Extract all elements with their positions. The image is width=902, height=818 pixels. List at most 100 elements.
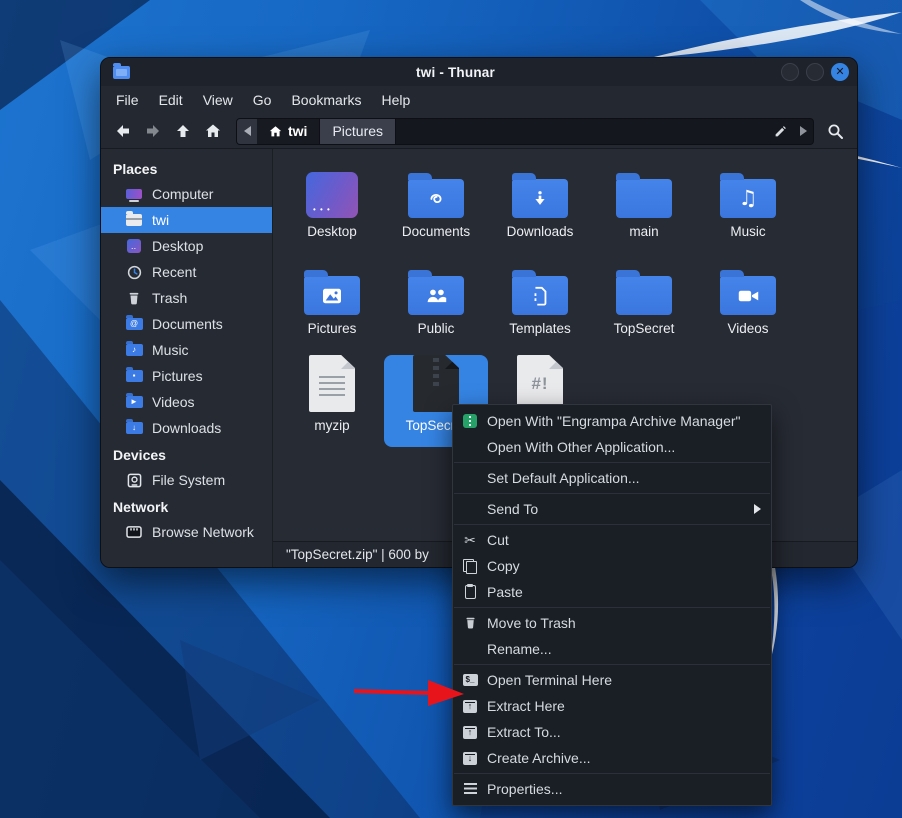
menu-item-open-with-other[interactable]: Open With Other Application... bbox=[453, 434, 771, 460]
sidebar-item-computer[interactable]: Computer bbox=[101, 181, 272, 207]
menu-help[interactable]: Help bbox=[373, 89, 420, 111]
people-icon bbox=[425, 287, 448, 304]
pathbar-scroll-left-button[interactable] bbox=[237, 119, 257, 144]
breadcrumb-label: twi bbox=[288, 123, 307, 139]
folder-public[interactable]: Public bbox=[384, 258, 488, 350]
clock-icon bbox=[125, 264, 143, 280]
folder-label: Templates bbox=[509, 321, 571, 336]
folder-music[interactable]: ♫ Music bbox=[696, 161, 800, 253]
menu-file[interactable]: File bbox=[107, 89, 148, 111]
menu-item-extract-to[interactable]: ↑ Extract To... bbox=[453, 719, 771, 745]
trash-icon bbox=[462, 615, 478, 631]
menu-item-copy[interactable]: Copy bbox=[453, 553, 771, 579]
folder-pictures[interactable]: Pictures bbox=[280, 258, 384, 350]
paste-icon bbox=[462, 584, 478, 600]
breadcrumb-label: Pictures bbox=[332, 123, 383, 139]
pencil-icon bbox=[774, 125, 787, 138]
folder-label: Public bbox=[418, 321, 455, 336]
sidebar-item-music[interactable]: ♪ Music bbox=[101, 337, 272, 363]
sidebar-header-network: Network bbox=[101, 493, 272, 519]
sidebar-item-label: Videos bbox=[152, 394, 195, 410]
folder-label: Videos bbox=[727, 321, 768, 336]
desktop: twi - Thunar ✕ File Edit View Go Bookmar… bbox=[0, 0, 902, 818]
sidebar-item-pictures[interactable]: ▪ Pictures bbox=[101, 363, 272, 389]
titlebar[interactable]: twi - Thunar ✕ bbox=[101, 58, 857, 86]
menu-item-cut[interactable]: ✂ Cut bbox=[453, 527, 771, 553]
back-button[interactable] bbox=[110, 118, 136, 144]
sidebar-item-twi[interactable]: twi bbox=[101, 207, 272, 233]
sidebar-item-desktop[interactable]: ‥ Desktop bbox=[101, 233, 272, 259]
menu-item-send-to[interactable]: Send To bbox=[453, 496, 771, 522]
folder-topsecret[interactable]: TopSecret bbox=[592, 258, 696, 350]
sidebar: Places Computer twi ‥ Desktop bbox=[101, 149, 273, 567]
download-arrow-icon bbox=[530, 189, 550, 209]
up-button[interactable] bbox=[170, 118, 196, 144]
sidebar-item-browse-network[interactable]: Browse Network bbox=[101, 519, 272, 545]
folder-templates[interactable]: Templates bbox=[488, 258, 592, 350]
extract-icon: ↑ bbox=[462, 698, 478, 714]
sidebar-item-file-system[interactable]: File System bbox=[101, 467, 272, 493]
desktop-folder-icon bbox=[306, 172, 358, 218]
menu-item-move-to-trash[interactable]: Move to Trash bbox=[453, 610, 771, 636]
sidebar-item-trash[interactable]: Trash bbox=[101, 285, 272, 311]
sidebar-item-videos[interactable]: ► Videos bbox=[101, 389, 272, 415]
home-icon bbox=[269, 125, 282, 138]
music-folder-icon: ♪ bbox=[125, 342, 143, 358]
menu-item-extract-here[interactable]: ↑ Extract Here bbox=[453, 693, 771, 719]
folder-label: TopSecret bbox=[614, 321, 675, 336]
sidebar-item-label: Documents bbox=[152, 316, 223, 332]
menu-item-open-with-engrampa[interactable]: Open With "Engrampa Archive Manager" bbox=[453, 408, 771, 434]
sidebar-item-label: Computer bbox=[152, 186, 213, 202]
network-icon bbox=[125, 524, 143, 540]
menu-bookmarks[interactable]: Bookmarks bbox=[282, 89, 370, 111]
edit-path-button[interactable] bbox=[767, 119, 793, 144]
videos-folder-icon bbox=[720, 276, 776, 315]
folder-documents[interactable]: Documents bbox=[384, 161, 488, 253]
folder-videos[interactable]: Videos bbox=[696, 258, 800, 350]
sidebar-item-label: Desktop bbox=[152, 238, 203, 254]
folder-downloads[interactable]: Downloads bbox=[488, 161, 592, 253]
menu-separator bbox=[454, 524, 770, 525]
menu-go[interactable]: Go bbox=[244, 89, 281, 111]
breadcrumb-twi[interactable]: twi bbox=[257, 119, 320, 144]
menu-item-rename[interactable]: Rename... bbox=[453, 636, 771, 662]
sidebar-item-label: File System bbox=[152, 472, 225, 488]
sidebar-item-downloads[interactable]: ↓ Downloads bbox=[101, 415, 272, 441]
downloads-folder-icon: ↓ bbox=[125, 420, 143, 436]
extract-icon: ↑ bbox=[462, 724, 478, 740]
home-button[interactable] bbox=[200, 118, 226, 144]
sidebar-header-places: Places bbox=[101, 155, 272, 181]
menu-view[interactable]: View bbox=[194, 89, 242, 111]
menu-item-properties[interactable]: Properties... bbox=[453, 776, 771, 802]
breadcrumb-pictures[interactable]: Pictures bbox=[320, 119, 396, 144]
close-button[interactable]: ✕ bbox=[831, 63, 849, 81]
menu-separator bbox=[454, 493, 770, 494]
search-icon bbox=[827, 123, 844, 140]
back-icon bbox=[115, 123, 131, 139]
search-button[interactable] bbox=[822, 118, 848, 144]
sidebar-item-documents[interactable]: @ Documents bbox=[101, 311, 272, 337]
templates-folder-icon bbox=[512, 276, 568, 315]
maximize-button[interactable] bbox=[806, 63, 824, 81]
folder-main[interactable]: main bbox=[592, 161, 696, 253]
minimize-button[interactable] bbox=[781, 63, 799, 81]
sidebar-item-recent[interactable]: Recent bbox=[101, 259, 272, 285]
menu-item-create-archive[interactable]: ↓ Create Archive... bbox=[453, 745, 771, 771]
file-myzip[interactable]: myzip bbox=[280, 355, 384, 447]
documents-folder-icon bbox=[408, 179, 464, 218]
window-folder-icon bbox=[113, 66, 130, 79]
menu-item-paste[interactable]: Paste bbox=[453, 579, 771, 605]
menu-item-open-terminal[interactable]: $_ Open Terminal Here bbox=[453, 667, 771, 693]
folder-desktop[interactable]: Desktop bbox=[280, 161, 384, 253]
forward-button[interactable] bbox=[140, 118, 166, 144]
video-camera-icon bbox=[737, 288, 760, 304]
menu-edit[interactable]: Edit bbox=[150, 89, 192, 111]
home-folder-icon bbox=[125, 212, 143, 228]
videos-folder-icon: ► bbox=[125, 394, 143, 410]
menu-item-set-default[interactable]: Set Default Application... bbox=[453, 465, 771, 491]
sidebar-item-label: Trash bbox=[152, 290, 187, 306]
sidebar-item-label: Downloads bbox=[152, 420, 221, 436]
path-entry-area[interactable] bbox=[396, 119, 767, 144]
terminal-icon: $_ bbox=[462, 672, 478, 688]
pathbar-scroll-right-button[interactable] bbox=[793, 119, 813, 144]
